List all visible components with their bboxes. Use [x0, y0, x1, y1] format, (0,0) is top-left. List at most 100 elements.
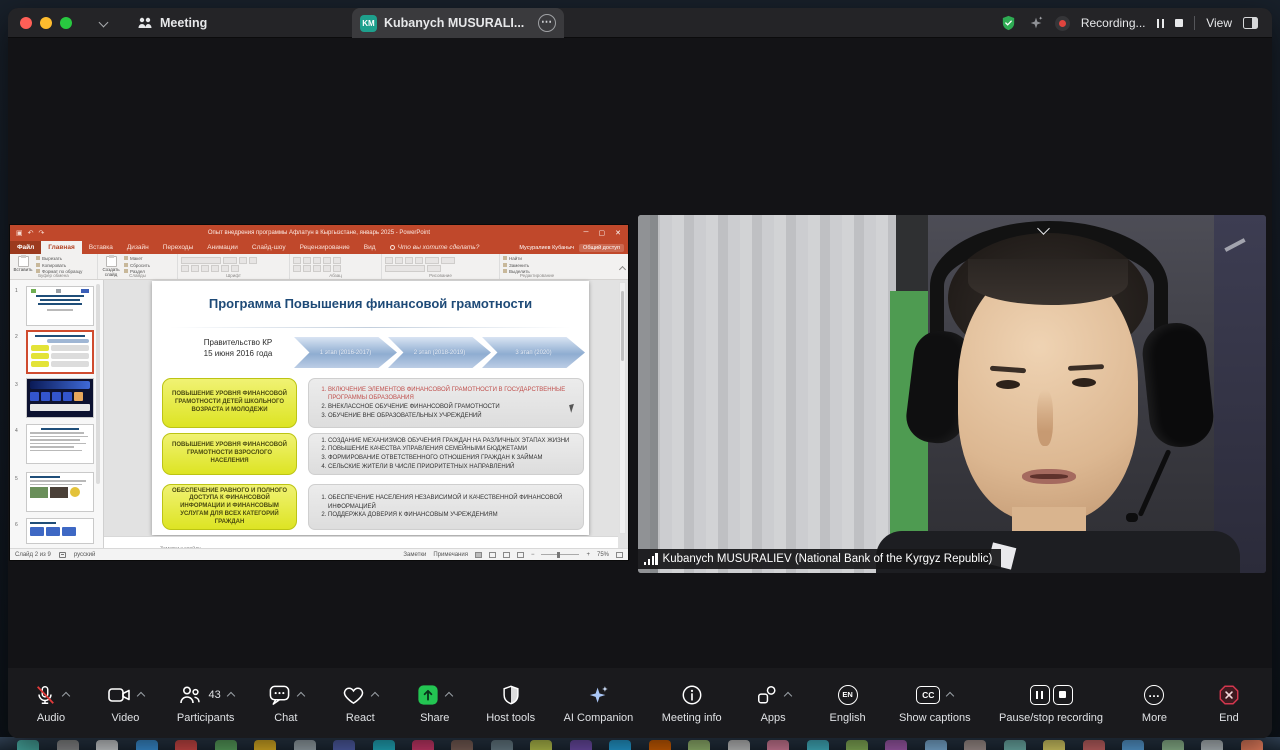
ppt-minimize-icon[interactable]: ─ — [584, 229, 589, 237]
macos-dock[interactable] — [0, 737, 1280, 750]
slide-scrollbar[interactable] — [619, 282, 626, 534]
tab-meeting[interactable]: Meeting — [137, 16, 207, 30]
dock-app-icon[interactable] — [294, 740, 316, 750]
dock-app-icon[interactable] — [333, 740, 355, 750]
dock-app-icon[interactable] — [1122, 740, 1144, 750]
font-color-icon[interactable] — [231, 265, 239, 272]
dock-app-icon[interactable] — [1201, 740, 1223, 750]
dock-app-icon[interactable] — [254, 740, 276, 750]
text-shadow-icon[interactable] — [211, 265, 219, 272]
shape-ellipse-icon[interactable] — [395, 257, 403, 264]
dock-app-icon[interactable] — [1083, 740, 1105, 750]
video-options-chevron-icon[interactable] — [137, 692, 145, 700]
shape-outline-icon[interactable] — [427, 265, 441, 272]
minimize-window-button[interactable] — [40, 17, 52, 29]
dock-app-icon[interactable] — [57, 740, 79, 750]
dock-app-icon[interactable] — [807, 740, 829, 750]
view-layout-icon[interactable] — [1243, 17, 1258, 29]
dock-app-icon[interactable] — [964, 740, 986, 750]
slide-thumbnail-6[interactable] — [26, 518, 94, 544]
ppt-tab-transitions[interactable]: Переходы — [156, 241, 201, 254]
share-button[interactable]: Share — [412, 683, 458, 724]
font-name-box[interactable] — [181, 257, 221, 264]
ppt-tab-review[interactable]: Рецензирование — [293, 241, 357, 254]
dock-app-icon[interactable] — [451, 740, 473, 750]
indent-increase-icon[interactable] — [323, 257, 331, 264]
dock-app-icon[interactable] — [373, 740, 395, 750]
indent-decrease-icon[interactable] — [313, 257, 321, 264]
ppt-tab-slideshow[interactable]: Слайд-шоу — [245, 241, 293, 254]
slide-thumbnail-3[interactable] — [26, 378, 94, 418]
arrange-icon[interactable] — [425, 257, 439, 264]
thumbnail-scrollbar[interactable] — [96, 284, 100, 484]
ppt-tell-me-search[interactable]: Что вы хотите сделать? — [383, 241, 487, 254]
dock-app-icon[interactable] — [609, 740, 631, 750]
underline-icon[interactable] — [201, 265, 209, 272]
dock-app-icon[interactable] — [1162, 740, 1184, 750]
apps-button[interactable]: Apps — [750, 683, 796, 724]
ppt-close-icon[interactable]: ✕ — [615, 229, 621, 237]
participant-video-tile[interactable]: Kubanych MUSURALIEV (National Bank of th… — [638, 215, 1266, 573]
ppt-tab-view[interactable]: Вид — [357, 241, 383, 254]
slide-thumbnail-4[interactable] — [26, 424, 94, 464]
reading-view-icon[interactable] — [503, 552, 510, 558]
dock-app-icon[interactable] — [728, 740, 750, 750]
chat-options-chevron-icon[interactable] — [297, 692, 305, 700]
react-options-chevron-icon[interactable] — [371, 692, 379, 700]
ai-sparkle-icon[interactable] — [1028, 15, 1044, 31]
share-options-chevron-icon[interactable] — [445, 692, 453, 700]
ppt-paste-button[interactable]: Вставить — [13, 256, 33, 273]
dock-app-icon[interactable] — [530, 740, 552, 750]
columns-icon[interactable] — [333, 265, 341, 272]
shape-line-icon[interactable] — [405, 257, 413, 264]
bold-icon[interactable] — [181, 265, 189, 272]
ppt-tab-insert[interactable]: Вставка — [82, 241, 120, 254]
quick-styles-icon[interactable] — [441, 257, 455, 264]
align-center-icon[interactable] — [303, 265, 311, 272]
dock-app-icon[interactable] — [96, 740, 118, 750]
participants-button[interactable]: 43 Participants — [177, 683, 234, 724]
zoom-slider[interactable] — [541, 554, 579, 556]
align-left-icon[interactable] — [293, 265, 301, 272]
stop-recording-button[interactable] — [1175, 19, 1183, 27]
dock-app-icon[interactable] — [1004, 740, 1026, 750]
captions-options-chevron-icon[interactable] — [946, 692, 954, 700]
dock-app-icon[interactable] — [570, 740, 592, 750]
window-menu-chevron-icon[interactable] — [99, 18, 109, 28]
interpretation-language-button[interactable]: EN English — [825, 683, 871, 724]
shape-fill-icon[interactable] — [385, 265, 425, 272]
apps-options-chevron-icon[interactable] — [783, 692, 791, 700]
current-slide[interactable]: Программа Повышения финансовой грамотнос… — [152, 281, 589, 535]
security-shield-icon[interactable] — [1000, 14, 1017, 32]
char-spacing-icon[interactable] — [221, 265, 229, 272]
dock-app-icon[interactable] — [1043, 740, 1065, 750]
video-button[interactable]: Video — [102, 683, 148, 724]
ppt-restore-icon[interactable]: ▢ — [599, 229, 606, 237]
dock-app-icon[interactable] — [175, 740, 197, 750]
zoom-percent[interactable]: 75% — [597, 552, 609, 558]
zoom-out-icon[interactable]: − — [531, 552, 535, 558]
slide-thumbnail-2-selected[interactable] — [26, 330, 94, 374]
spellcheck-icon[interactable] — [59, 552, 66, 558]
video-collapse-chevron-icon[interactable] — [1039, 220, 1048, 238]
language-indicator[interactable]: русский — [74, 552, 96, 558]
fit-slide-icon[interactable] — [616, 552, 623, 558]
react-button[interactable]: React — [337, 683, 383, 724]
dock-app-icon[interactable] — [767, 740, 789, 750]
tab-shared-screen[interactable]: KM Kubanych MUSURALI...'s scre ⋯ — [352, 8, 564, 38]
meeting-info-button[interactable]: Meeting info — [662, 683, 722, 724]
ppt-share-button[interactable]: Общий доступ — [579, 244, 624, 252]
audio-button[interactable]: Audio — [28, 683, 74, 724]
pause-recording-button[interactable] — [1157, 19, 1165, 28]
ppt-notes-pane[interactable]: Заметки к слайду — [104, 536, 618, 548]
normal-view-icon[interactable] — [475, 552, 482, 558]
dock-app-icon[interactable] — [1241, 740, 1263, 750]
ppt-tab-home[interactable]: Главная — [41, 241, 81, 254]
dock-app-icon[interactable] — [649, 740, 671, 750]
end-meeting-button[interactable]: End — [1206, 683, 1252, 724]
dock-app-icon[interactable] — [215, 740, 237, 750]
chat-button[interactable]: Chat — [263, 683, 309, 724]
slide-thumbnail-1[interactable] — [26, 286, 94, 326]
ppt-tab-file[interactable]: Файл — [10, 241, 41, 254]
comments-toggle[interactable]: Примечания — [433, 552, 468, 558]
